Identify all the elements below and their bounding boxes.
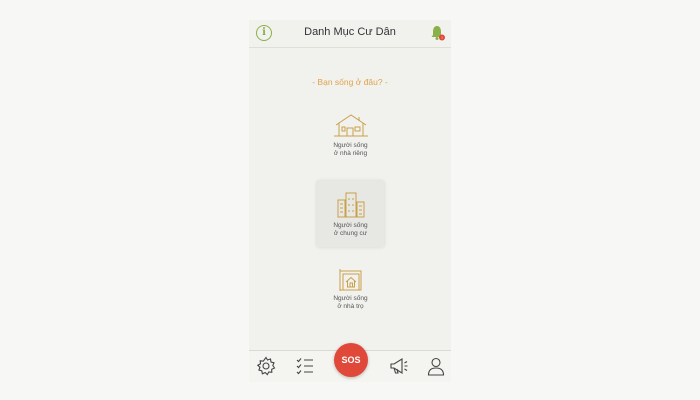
profile-icon[interactable]	[426, 356, 446, 376]
option-apartment[interactable]: Người sống ở chung cư	[317, 181, 384, 247]
settings-icon[interactable]	[256, 356, 276, 376]
checklist-icon[interactable]	[295, 356, 315, 376]
app-header: i Danh Mục Cư Dân !	[249, 20, 451, 48]
option-label: Người sống ở chung cư	[333, 222, 368, 237]
notification-bell-icon[interactable]: !	[430, 24, 446, 42]
option-label: Người sống ở nhà riêng	[333, 142, 368, 157]
question-text: - Bạn sống ở đâu? -	[312, 77, 388, 87]
svg-text:!: !	[441, 35, 442, 40]
option-rental-room[interactable]: Người sống ở nhà trọ	[317, 268, 384, 320]
option-private-house[interactable]: Người sống ở nhà riêng	[317, 113, 384, 165]
house-icon	[333, 114, 368, 137]
sos-button[interactable]: SOS	[334, 343, 368, 377]
info-icon[interactable]: i	[256, 25, 272, 41]
megaphone-icon[interactable]	[389, 356, 409, 376]
apartment-icon	[337, 192, 364, 218]
page-title: Danh Mục Cư Dân	[304, 26, 396, 38]
rental-room-icon	[339, 269, 361, 291]
phone-screen: i Danh Mục Cư Dân ! - Bạn sống ở đâu? - …	[249, 20, 451, 382]
option-label: Người sống ở nhà trọ	[333, 295, 368, 310]
